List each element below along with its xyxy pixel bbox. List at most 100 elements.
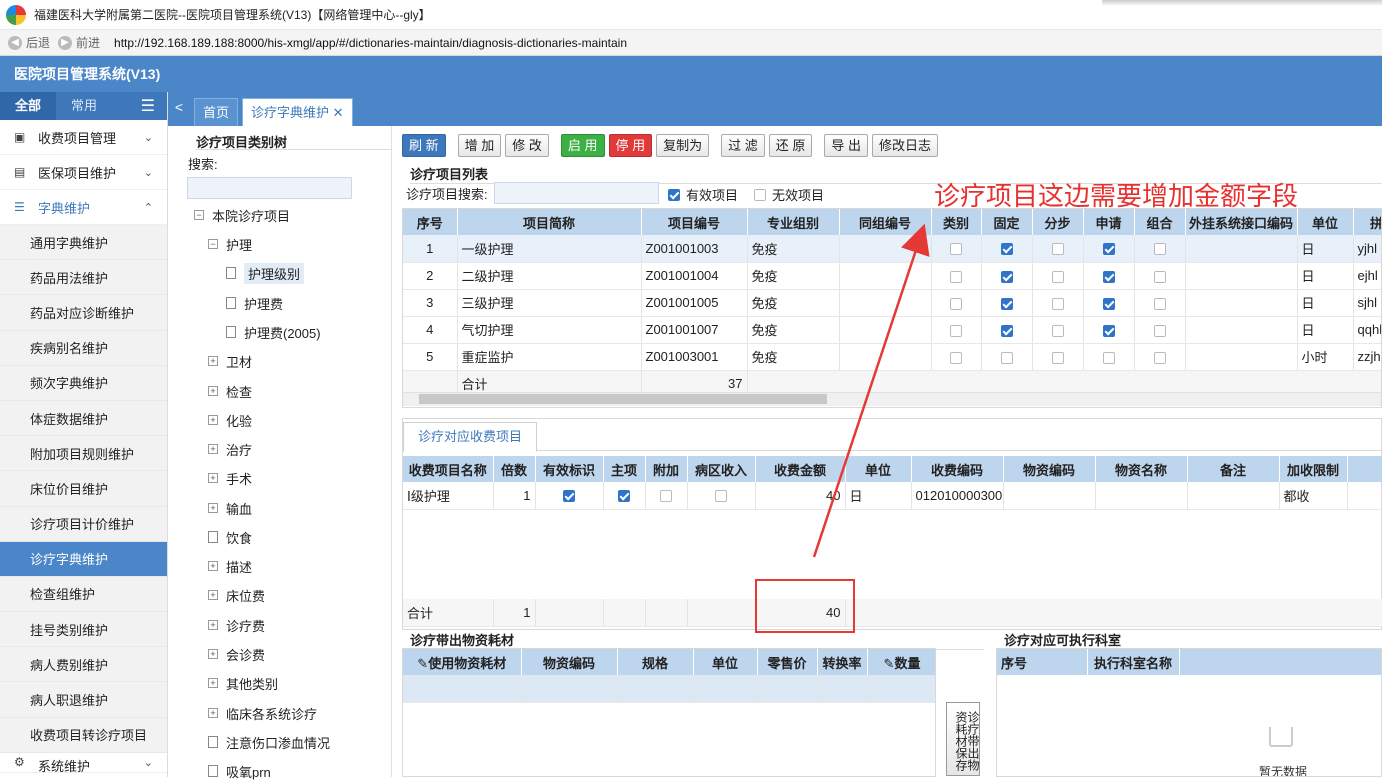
- collapse-icon[interactable]: −: [194, 210, 204, 220]
- item-search-input[interactable]: [494, 182, 659, 204]
- tab-diagnosis-dict[interactable]: 诊疗字典维护 ✕: [242, 98, 353, 126]
- column-header[interactable]: 收费编码: [911, 456, 1004, 482]
- checkbox[interactable]: [1000, 351, 1013, 364]
- valid-checkbox[interactable]: [668, 188, 680, 201]
- tree-node[interactable]: 吸氧prn: [208, 760, 271, 782]
- column-header[interactable]: 单位: [1297, 209, 1354, 235]
- tree-node-root[interactable]: − 本院诊疗项目: [194, 204, 290, 226]
- expand-icon[interactable]: +: [208, 590, 218, 600]
- column-header[interactable]: 收费项目名称: [403, 456, 494, 482]
- tree-node-selected[interactable]: 护理级别: [226, 262, 305, 284]
- table-row[interactable]: Ⅰ级护理 1 40 日 012010000300 都收: [403, 482, 1382, 510]
- checkbox[interactable]: [563, 490, 575, 503]
- sidebar-item[interactable]: 诊疗项目计价维护: [0, 506, 167, 542]
- checkbox[interactable]: [1153, 324, 1166, 337]
- checkbox[interactable]: [1051, 324, 1064, 337]
- tree-node-nursing[interactable]: − 护理: [208, 233, 252, 255]
- sidebar-item[interactable]: 病人费别维护: [0, 647, 167, 683]
- sidebar-tab-common[interactable]: 常用: [56, 92, 112, 120]
- sidebar-item[interactable]: 附加项目规则维护: [0, 436, 167, 472]
- checkbox[interactable]: [1153, 351, 1166, 364]
- checkbox[interactable]: [1153, 243, 1166, 256]
- expand-icon[interactable]: +: [208, 708, 218, 718]
- expand-icon[interactable]: +: [208, 561, 218, 571]
- expand-icon[interactable]: +: [208, 678, 218, 688]
- save-materials-button[interactable]: 诊疗带出物资耗材保存: [946, 702, 980, 776]
- column-header[interactable]: 项目编号: [641, 209, 748, 235]
- tree-node[interactable]: + 诊疗费: [208, 614, 265, 636]
- filter-button[interactable]: 过 滤: [721, 133, 765, 157]
- sidebar-item[interactable]: 挂号类别维护: [0, 612, 167, 648]
- menu-icon[interactable]: ☰: [141, 96, 155, 116]
- sidebar-item[interactable]: 药品对应诊断维护: [0, 295, 167, 331]
- checkbox[interactable]: [1102, 270, 1115, 283]
- sidebar-item[interactable]: 药品用法维护: [0, 260, 167, 296]
- column-header[interactable]: 专业组别: [747, 209, 840, 235]
- sidebar-item-active[interactable]: 诊疗字典维护: [0, 541, 167, 577]
- sidebar-item[interactable]: 体症数据维护: [0, 400, 167, 437]
- refresh-button[interactable]: 刷 新: [402, 133, 446, 157]
- column-header[interactable]: 零售价: [757, 649, 818, 675]
- column-header[interactable]: 物资编码: [521, 649, 618, 675]
- checkbox[interactable]: [1051, 243, 1064, 256]
- disable-button[interactable]: 停 用: [608, 133, 653, 157]
- expand-icon[interactable]: +: [208, 415, 218, 425]
- tree-node[interactable]: + 临床各系统诊疗: [208, 702, 317, 724]
- sidebar-item[interactable]: 收费项目转诊疗项目: [0, 717, 167, 753]
- column-header[interactable]: 项目简称: [457, 209, 642, 235]
- checkbox[interactable]: [1153, 270, 1166, 283]
- column-header[interactable]: 转换率: [817, 649, 868, 675]
- column-header[interactable]: 序号: [997, 649, 1088, 675]
- tree-node[interactable]: + 其他类别: [208, 672, 278, 694]
- column-header[interactable]: 附加: [645, 456, 688, 482]
- checkbox[interactable]: [660, 490, 672, 503]
- sidebar-item[interactable]: 通用字典维护: [0, 225, 167, 261]
- checkbox[interactable]: [1102, 324, 1115, 337]
- column-header[interactable]: 同组编号: [839, 209, 932, 235]
- sidebar-item[interactable]: 床位价目维护: [0, 471, 167, 507]
- checkbox[interactable]: [715, 490, 727, 503]
- expand-icon[interactable]: +: [208, 356, 218, 366]
- tree-node[interactable]: + 会诊费: [208, 643, 265, 665]
- checkbox[interactable]: [950, 351, 962, 364]
- column-header[interactable]: 加收限制: [1279, 456, 1348, 482]
- tree-node[interactable]: + 床位费: [208, 584, 265, 606]
- tree-node[interactable]: + 治疗: [208, 438, 252, 460]
- checkbox[interactable]: [1000, 243, 1013, 256]
- tree-node[interactable]: + 检查: [208, 380, 252, 402]
- tab-charge-items[interactable]: 诊疗对应收费项目: [403, 422, 538, 452]
- tree-search-input[interactable]: [187, 177, 352, 199]
- column-header[interactable]: 病区收入: [687, 456, 756, 482]
- invalid-checkbox[interactable]: [754, 188, 766, 201]
- tree-node[interactable]: 护理费(2005): [226, 321, 321, 343]
- invalid-filter[interactable]: 无效项目: [754, 185, 824, 204]
- expand-icon[interactable]: +: [208, 649, 218, 659]
- checkbox[interactable]: [1153, 297, 1166, 310]
- column-header[interactable]: 序号: [403, 209, 458, 235]
- checkbox[interactable]: [950, 297, 962, 310]
- tree-node[interactable]: + 输血: [208, 497, 252, 519]
- tree-node[interactable]: + 手术: [208, 467, 252, 489]
- checkbox[interactable]: [1000, 324, 1013, 337]
- sidebar-item[interactable]: 病人职退维护: [0, 682, 167, 718]
- column-header[interactable]: 执行科室名称: [1087, 649, 1180, 675]
- checkbox[interactable]: [1051, 297, 1064, 310]
- column-header[interactable]: 倍数: [493, 456, 536, 482]
- expand-icon[interactable]: +: [208, 386, 218, 396]
- checkbox[interactable]: [1051, 351, 1064, 364]
- valid-filter[interactable]: 有效项目: [668, 185, 738, 204]
- sidebar-item[interactable]: 检查组维护: [0, 576, 167, 613]
- table-row[interactable]: 5 重症监护 Z001003001 免疫 小时 zzjh: [403, 343, 1381, 371]
- copy-as-button[interactable]: 复制为: [656, 133, 710, 157]
- sidebar-tab-all[interactable]: 全部: [0, 92, 56, 120]
- tree-node[interactable]: + 卫材: [208, 350, 252, 372]
- sidebar-item[interactable]: 疾病别名维护: [0, 330, 167, 366]
- url-field[interactable]: http://192.168.189.188:8000/his-xmgl/app…: [114, 36, 627, 50]
- table-row[interactable]: 2 二级护理 Z001001004 免疫 日 ejhl: [403, 262, 1381, 290]
- checkbox[interactable]: [1102, 297, 1115, 310]
- checkbox[interactable]: [1000, 270, 1013, 283]
- column-header[interactable]: 单位: [693, 649, 758, 675]
- checkbox[interactable]: [950, 270, 962, 283]
- horizontal-scrollbar[interactable]: [403, 392, 1381, 406]
- column-header[interactable]: 单位: [845, 456, 912, 482]
